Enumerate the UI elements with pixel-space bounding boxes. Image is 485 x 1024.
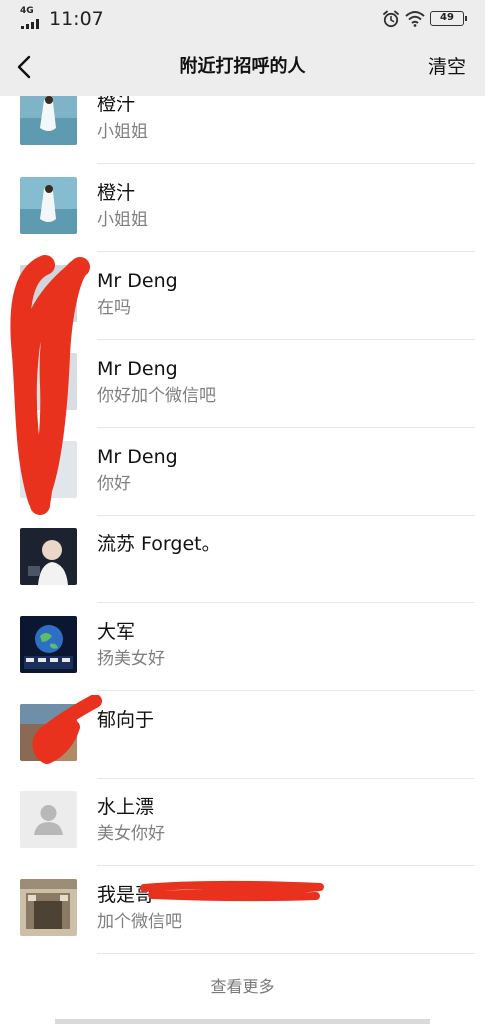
avatar [20,353,77,410]
contact-name: 橙汁 [97,182,136,204]
contact-name: 大军 [97,621,136,643]
status-bar: 4G 11:07 49 [0,0,485,38]
avatar [20,704,77,761]
avatar [20,441,77,498]
avatar [20,616,77,673]
list-item[interactable]: 流苏 Forget。 [0,515,485,603]
wifi-icon [405,11,425,27]
list-item[interactable]: 橙汁 小姐姐 [0,164,485,252]
message-preview: 美女你好 [97,824,165,844]
list-item[interactable]: 郁向于 [0,691,485,779]
list-item[interactable]: Mr Deng 你好加个微信吧 [0,340,485,428]
view-more-link[interactable]: 查看更多 [0,975,485,999]
avatar [20,177,77,234]
bottom-bar [55,1019,430,1024]
list-item[interactable]: Mr Deng 在吗 [0,252,485,340]
status-time: 11:07 [49,8,104,30]
message-preview: 加个微信吧 [97,912,182,932]
battery-level: 49 [440,12,454,23]
list-item[interactable]: 水上漂 美女你好 [0,778,485,866]
message-preview: 你好 [97,474,131,494]
contact-name: 流苏 Forget。 [97,533,221,555]
contact-name: 郁向于 [97,709,155,731]
contact-name: Mr Deng [97,358,178,380]
message-preview: 扬美女好 [97,649,165,669]
divider [97,953,475,954]
message-preview: 小姐姐 [97,210,148,230]
nav-bar: 附近打招呼的人 清空 [0,38,485,96]
avatar [20,879,77,936]
message-preview: 小姐姐 [97,122,148,142]
clear-button[interactable]: 清空 [428,54,466,80]
list-item[interactable]: Mr Deng 你好 [0,428,485,516]
contact-name: Mr Deng [97,446,178,468]
list-item[interactable]: 我是哥 加个微信吧 [0,866,485,954]
list-item[interactable]: 大军 扬美女好 [0,603,485,691]
contact-name: 我是哥 [97,884,155,906]
avatar [20,265,77,322]
network-type: 4G [20,6,34,16]
avatar [20,528,77,585]
message-preview: 你好加个微信吧 [97,386,216,406]
default-avatar-icon [20,791,77,848]
avatar [20,88,77,145]
alarm-icon [383,10,399,28]
battery-icon: 49 [430,11,467,26]
message-preview: 在吗 [97,298,131,318]
contact-name: 水上漂 [97,796,155,818]
contact-name: Mr Deng [97,270,178,292]
page-title: 附近打招呼的人 [179,56,306,77]
signal-icon: 4G [20,7,46,29]
